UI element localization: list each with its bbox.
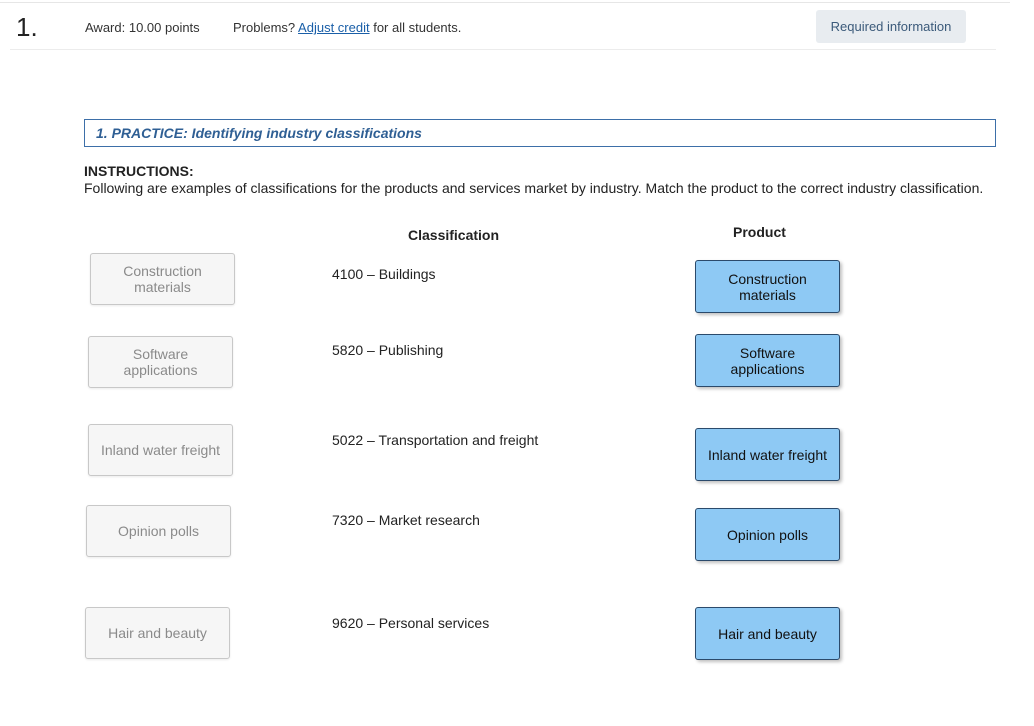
problems-prefix: Problems? <box>233 20 296 35</box>
product-column-header: Product <box>733 224 786 240</box>
classification-transportation: 5022 – Transportation and freight <box>332 432 539 448</box>
classification-market-research: 7320 – Market research <box>332 512 480 528</box>
classification-personal-services: 9620 – Personal services <box>332 615 490 631</box>
header-divider <box>10 49 996 50</box>
classification-publishing: 5820 – Publishing <box>332 342 444 358</box>
instructions-text: Following are examples of classification… <box>84 180 984 196</box>
product-slot-inland-water-freight[interactable]: Inland water freight <box>695 428 840 481</box>
source-item-construction-materials[interactable]: Construction materials <box>90 253 235 305</box>
practice-title-box: 1. PRACTICE: Identifying industry classi… <box>84 119 996 147</box>
question-number: 1. <box>16 12 38 42</box>
source-item-software-applications[interactable]: Software applications <box>88 336 233 388</box>
top-border <box>0 2 1010 3</box>
problems-text: Problems? Adjust credit for all students… <box>233 20 461 35</box>
practice-title: 1. PRACTICE: Identifying industry classi… <box>96 125 422 141</box>
required-information-button[interactable]: Required information <box>816 10 966 43</box>
award-points: Award: 10.00 points <box>85 20 200 35</box>
product-slot-hair-and-beauty[interactable]: Hair and beauty <box>695 607 840 660</box>
classification-column-header: Classification <box>408 227 500 243</box>
problems-suffix: for all students. <box>373 20 462 35</box>
source-item-hair-and-beauty[interactable]: Hair and beauty <box>85 607 230 659</box>
product-slot-software-applications[interactable]: Software applications <box>695 334 840 387</box>
instructions-heading: INSTRUCTIONS: <box>84 163 194 179</box>
product-slot-construction-materials[interactable]: Construction materials <box>695 260 840 313</box>
product-slot-opinion-polls[interactable]: Opinion polls <box>695 508 840 561</box>
source-item-inland-water-freight[interactable]: Inland water freight <box>88 424 233 476</box>
adjust-credit-link[interactable]: Adjust credit <box>298 20 370 35</box>
classification-buildings: 4100 – Buildings <box>332 266 436 282</box>
source-item-opinion-polls[interactable]: Opinion polls <box>86 505 231 557</box>
